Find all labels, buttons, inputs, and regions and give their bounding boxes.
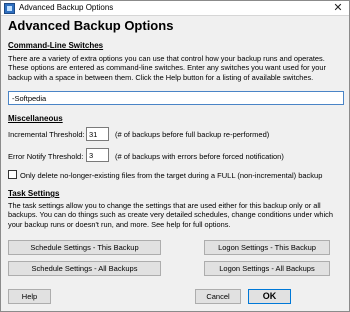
error-notify-threshold-label: Error Notify Threshold: bbox=[8, 152, 84, 161]
app-icon bbox=[4, 3, 15, 14]
command-line-description: There are a variety of extra options you… bbox=[8, 54, 326, 82]
section-title-task-settings: Task Settings bbox=[8, 189, 60, 198]
error-notify-threshold-input[interactable] bbox=[86, 148, 109, 162]
section-title-command-line: Command-Line Switches bbox=[8, 41, 104, 50]
incremental-threshold-note: (# of backups before full backup re-perf… bbox=[115, 130, 270, 139]
incremental-threshold-input[interactable] bbox=[86, 127, 109, 141]
page-title: Advanced Backup Options bbox=[8, 18, 174, 33]
command-line-switches-input[interactable] bbox=[8, 91, 344, 105]
only-delete-checkbox[interactable] bbox=[8, 170, 17, 179]
advanced-backup-options-dialog: Advanced Backup Options ✕ Advanced Backu… bbox=[0, 0, 350, 312]
schedule-settings-this-backup-button[interactable]: Schedule Settings - This Backup bbox=[8, 240, 161, 255]
cancel-button[interactable]: Cancel bbox=[195, 289, 241, 304]
close-icon[interactable]: ✕ bbox=[331, 2, 345, 14]
help-button[interactable]: Help bbox=[8, 289, 51, 304]
schedule-settings-all-backups-button[interactable]: Schedule Settings - All Backups bbox=[8, 261, 161, 276]
window-title: Advanced Backup Options bbox=[19, 3, 114, 12]
task-settings-description: The task settings allow you to change th… bbox=[8, 201, 333, 229]
title-bar: Advanced Backup Options ✕ bbox=[1, 1, 349, 16]
ok-button[interactable]: OK bbox=[248, 289, 291, 304]
incremental-threshold-label: Incremental Threshold: bbox=[8, 130, 85, 139]
logon-settings-this-backup-button[interactable]: Logon Settings - This Backup bbox=[204, 240, 330, 255]
only-delete-label: Only delete no-longer-existing files fro… bbox=[20, 171, 323, 180]
logon-settings-all-backups-button[interactable]: Logon Settings - All Backups bbox=[204, 261, 330, 276]
error-notify-threshold-note: (# of backups with errors before forced … bbox=[115, 152, 284, 161]
section-title-miscellaneous: Miscellaneous bbox=[8, 114, 63, 123]
